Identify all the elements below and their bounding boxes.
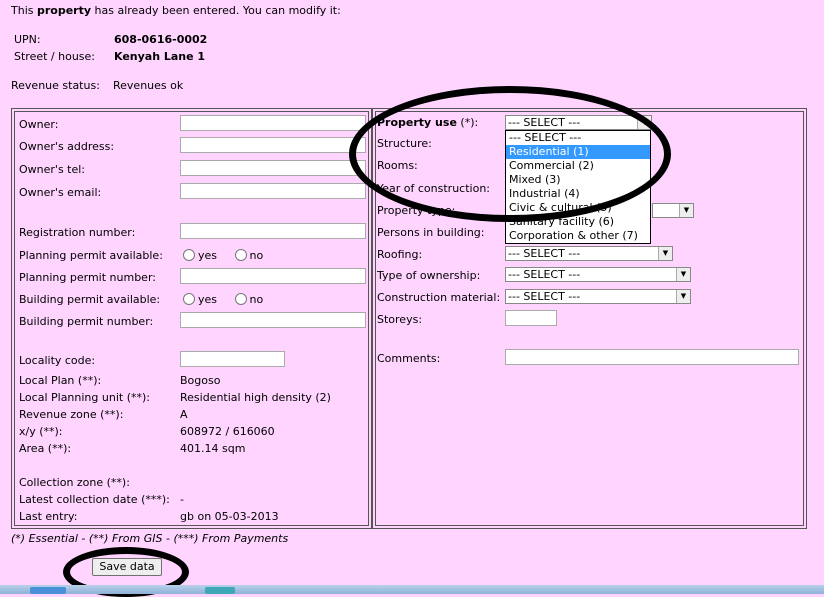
intro-post: has already been entered. You can modify… [91,4,341,17]
planning-permit-radio-group: yes no [183,249,277,262]
building-permit-yes-label: yes [198,293,218,306]
local-plan-value: Bogoso [180,374,221,387]
property-use-option[interactable]: Corporation & other (7) [506,229,650,243]
planning-permit-available-label: Planning permit available: [19,249,163,262]
building-permit-radio-group: yes no [183,293,277,306]
owner-input[interactable] [180,115,366,131]
building-permit-no-label: no [249,293,264,306]
building-permit-available-label: Building permit available: [19,293,161,306]
registration-number-label: Registration number: [19,226,136,239]
local-planning-unit-label: Local Planning unit (**): [19,391,150,404]
owner-email-input[interactable] [180,183,366,199]
local-plan-label: Local Plan (**): [19,374,102,387]
revenue-status-label: Revenue status: [11,79,100,92]
registration-number-input[interactable] [180,223,366,239]
last-entry-value: gb on 05-03-2013 [180,510,279,523]
building-permit-no-radio[interactable] [234,293,247,305]
upn-label: UPN: [14,33,41,46]
construction-material-label: Construction material: [377,291,501,304]
intro-bold: property [36,4,92,17]
area-label: Area (**): [19,442,72,455]
property-type-select[interactable]: ▼ [652,203,694,218]
building-permit-yes-radio[interactable] [183,293,195,305]
owner-email-label: Owner's email: [19,186,102,199]
area-value: 401.14 sqm [180,442,246,455]
revenue-zone-value: A [180,408,188,421]
revenue-status-value: Revenues ok [113,79,184,92]
street-value: Kenyah Lane 1 [114,50,206,63]
taskbar [0,585,824,594]
planning-permit-no-radio[interactable] [234,249,247,261]
latest-collection-value: - [180,493,184,506]
latest-collection-label: Latest collection date (***): [19,493,170,506]
collection-zone-label: Collection zone (**): [19,476,130,489]
xy-label: x/y (**): [19,425,63,438]
chevron-down-icon: ▼ [658,247,672,260]
intro-text: This property has already been entered. … [11,4,341,17]
type-of-ownership-select[interactable]: --- SELECT --- ▼ [505,267,691,282]
last-entry-label: Last entry: [19,510,78,523]
type-of-ownership-select-value: --- SELECT --- [508,268,581,281]
planning-permit-yes-label: yes [198,249,218,262]
locality-code-input[interactable] [180,351,285,367]
intro-pre: This [11,4,37,17]
type-of-ownership-label: Type of ownership: [377,269,481,282]
locality-code-label: Locality code: [19,354,96,367]
storeys-input[interactable] [505,310,557,326]
taskbar-app-icon[interactable] [205,587,235,594]
street-label: Street / house: [14,50,96,63]
annotation-ellipse-dropdown [349,86,671,222]
owner-address-label: Owner's address: [19,140,115,153]
storeys-label: Storeys: [377,313,423,326]
footer-note: (*) Essential - (**) From GIS - (***) Fr… [11,532,289,545]
owner-tel-input[interactable] [180,160,366,176]
owner-address-input[interactable] [180,137,366,153]
planning-permit-yes-radio[interactable] [183,249,195,261]
revenue-zone-label: Revenue zone (**): [19,408,124,421]
planning-permit-number-input[interactable] [180,268,366,284]
planning-permit-number-label: Planning permit number: [19,271,156,284]
comments-input[interactable] [505,349,799,365]
owner-tel-label: Owner's tel: [19,163,86,176]
comments-label: Comments: [377,352,441,365]
xy-value: 608972 / 616060 [180,425,275,438]
building-permit-number-label: Building permit number: [19,315,154,328]
start-icon[interactable] [30,587,66,594]
roofing-select-value: --- SELECT --- [508,247,581,260]
chevron-down-icon: ▼ [676,290,690,303]
upn-value: 608-0616-0002 [114,33,208,46]
local-planning-unit-value: Residential high density (2) [180,391,331,404]
chevron-down-icon: ▼ [676,268,690,281]
roofing-label: Roofing: [377,248,423,261]
construction-material-select-value: --- SELECT --- [508,290,581,303]
persons-in-building-label: Persons in building: [377,226,485,239]
planning-permit-no-label: no [249,249,264,262]
construction-material-select[interactable]: --- SELECT --- ▼ [505,289,691,304]
owner-label: Owner: [19,118,59,131]
roofing-select[interactable]: --- SELECT --- ▼ [505,246,673,261]
building-permit-number-input[interactable] [180,312,366,328]
chevron-down-icon: ▼ [679,204,693,217]
